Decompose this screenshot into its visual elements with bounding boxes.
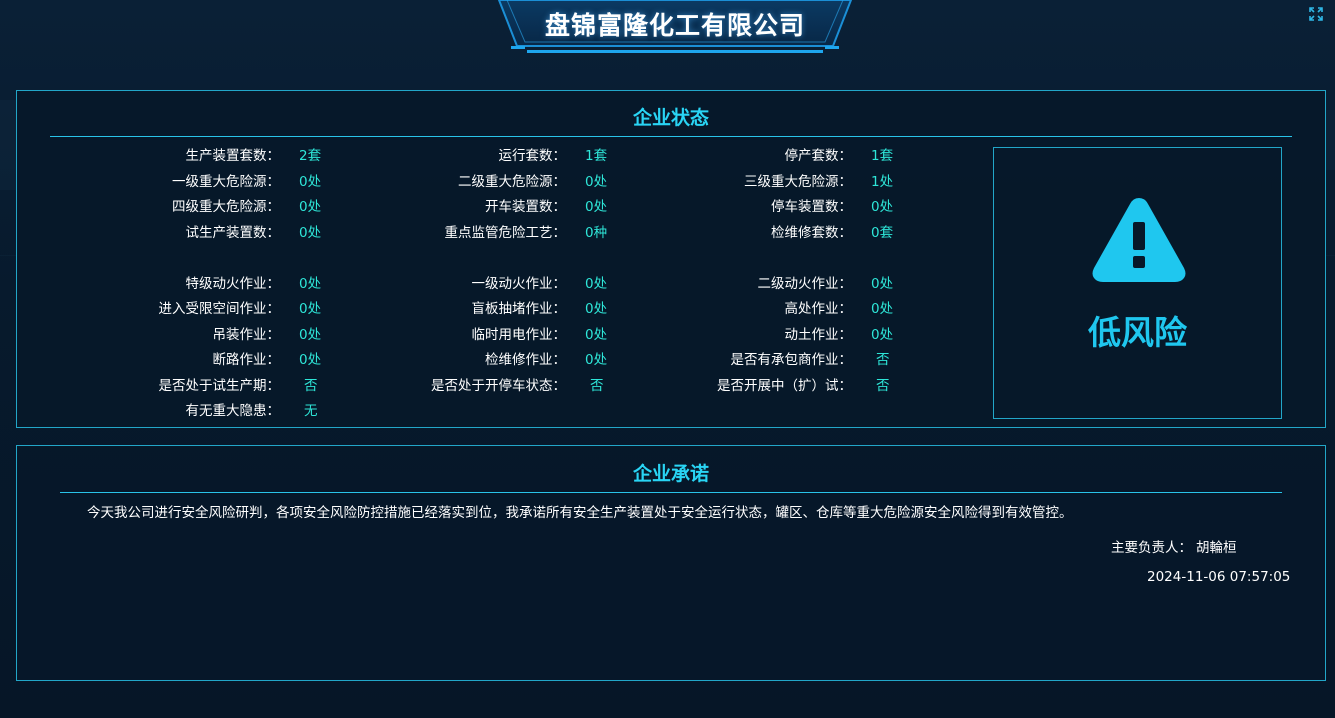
dashboard-root: 盘锦富隆化工有限公司 企业状态 生产装置套数： 2套 运行套数： 1套 停产套数： 1套一… <box>0 0 1335 718</box>
owner-name: 胡輪桓 <box>1196 540 1237 556</box>
status-item: 停车装置数： 0处 <box>17 194 997 216</box>
status-item: 二级动火作业： 0处 <box>17 271 997 293</box>
risk-level-text: 低风险 <box>1088 313 1187 352</box>
status-item-label: 停车装置数： <box>771 199 852 215</box>
promise-statement: 今天我公司进行安全风险研判，各项安全风险防控措施已经落实到位，我承诺所有安全生产… <box>87 505 1073 521</box>
status-item: 动土作业： 0处 <box>17 322 997 344</box>
status-item-value: 0处 <box>871 301 894 317</box>
status-item-label: 是否开展中（扩）试： <box>717 378 852 394</box>
status-item: 高处作业： 0处 <box>17 296 997 318</box>
status-item-label: 高处作业： <box>784 301 853 317</box>
status-item-value: 无 <box>304 403 318 419</box>
risk-level-box: 低风险 <box>993 147 1282 419</box>
status-item: 有无重大隐患： 无 <box>17 398 997 420</box>
status-item-label: 是否有承包商作业： <box>730 352 853 368</box>
status-item-value: 1套 <box>871 148 894 164</box>
promise-title-divider <box>60 492 1282 493</box>
status-item-label: 停产套数： <box>784 148 853 164</box>
status-item-label: 动土作业： <box>784 327 853 343</box>
status-item-label: 二级动火作业： <box>757 276 853 292</box>
status-item: 三级重大危险源： 1处 <box>17 169 997 191</box>
warning-icon <box>1092 198 1186 282</box>
status-item: 停产套数： 1套 <box>17 143 997 165</box>
status-grid: 生产装置套数： 2套 运行套数： 1套 停产套数： 1套 一级重大危险源： 0处 二级重大危险源… <box>17 91 997 429</box>
header-title-banner: 盘锦富隆化工有限公司 <box>497 0 853 56</box>
background-nav-ghost <box>0 0 520 34</box>
status-item-value: 否 <box>876 378 890 394</box>
owner-label: 主要负责人： <box>1111 540 1192 556</box>
status-item-label: 检维修套数： <box>771 225 852 241</box>
enterprise-status-panel: 企业状态 生产装置套数： 2套 运行套数： 1套 停产套数： 1套 一级重大危险源： 0处 二级… <box>16 90 1326 428</box>
status-item-label: 三级重大危险源： <box>744 174 852 190</box>
status-item: 是否有承包商作业： 否 <box>17 347 997 369</box>
status-item-value: 否 <box>876 352 890 368</box>
promise-timestamp: 2024-11-06 07:57:05 <box>1147 569 1291 585</box>
status-item-value: 0处 <box>871 327 894 343</box>
status-item-label: 有无重大隐患： <box>185 403 281 419</box>
owner-row: 主要负责人： 胡輪桓 <box>1111 536 1241 556</box>
status-item: 检维修套数： 0套 <box>17 220 997 242</box>
promise-panel-title: 企业承诺 <box>632 463 709 485</box>
page-title: 盘锦富隆化工有限公司 <box>544 11 805 40</box>
status-item-value: 0处 <box>871 276 894 292</box>
status-item-value: 0套 <box>871 225 894 241</box>
status-item-value: 1处 <box>871 174 894 190</box>
fullscreen-icon[interactable] <box>1308 6 1324 22</box>
enterprise-promise-panel: 企业承诺 今天我公司进行安全风险研判，各项安全风险防控措施已经落实到位，我承诺所… <box>16 445 1326 681</box>
status-item-value: 0处 <box>871 199 894 215</box>
status-item: 是否开展中（扩）试： 否 <box>17 373 997 395</box>
